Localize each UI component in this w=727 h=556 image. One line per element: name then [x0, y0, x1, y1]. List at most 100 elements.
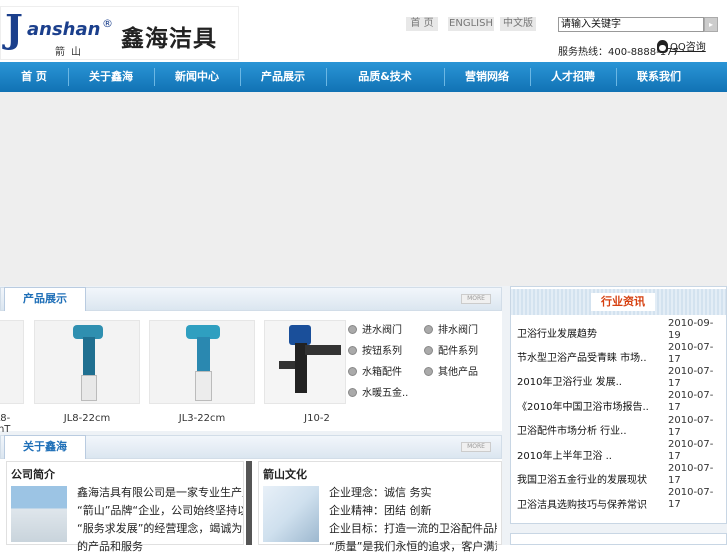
news-date: 2010-09- 19: [668, 318, 714, 341]
news-item[interactable]: 我国卫浴五金行业的发展现状: [517, 471, 647, 486]
qq-label: QQ咨询: [670, 42, 706, 53]
nav-news[interactable]: 新闻中心: [154, 62, 240, 92]
secondary-panel: [510, 533, 727, 545]
news-item[interactable]: 节水型卫浴产品受青睐 市场..: [517, 349, 647, 364]
category-label: 水暖五金..: [362, 388, 409, 399]
intro-line: 鑫海洁具有限公司是一家专业生产卫浴洁具配件的: [77, 486, 243, 499]
category-link[interactable]: 按钮系列: [348, 342, 402, 357]
bullet-icon: [348, 325, 357, 334]
product-thumb[interactable]: [264, 320, 346, 404]
valve-base: [81, 375, 97, 401]
nav-network[interactable]: 营销网络: [444, 62, 530, 92]
category-label: 按钮系列: [362, 346, 402, 357]
valve-arm: [305, 345, 341, 355]
header: J anshan ® 箭山 鑫海洁具 首 页 ENGLISH 中文版 请输入关键…: [0, 0, 727, 62]
culture-card: 箭山文化 企业理念：诚信 务实 企业精神：团结 创新 企业目标：打造一流的卫浴配…: [258, 461, 502, 553]
about-title: 关于鑫海: [4, 435, 86, 459]
news-item[interactable]: 卫浴洁具选购技巧与保养常识: [517, 496, 647, 511]
news-date: 2010-07- 17: [668, 415, 714, 438]
main-nav: 首 页 关于鑫海 新闻中心 产品展示 品质&技术 营销网络 人才招聘 联系我们: [0, 62, 727, 92]
category-label: 配件系列: [438, 346, 478, 357]
product-caption[interactable]: JL8-2nT: [0, 413, 16, 435]
product-caption[interactable]: JL3-22cm: [149, 413, 255, 424]
intro-title: 公司简介: [11, 468, 55, 481]
news-item[interactable]: 2010年上半年卫浴 ..: [517, 447, 612, 462]
intro-text: 鑫海洁具有限公司是一家专业生产卫浴洁具配件的 “箭山”品牌“企业，公司始终坚持以…: [77, 484, 243, 556]
valve-arm: [279, 361, 295, 369]
nav-home[interactable]: 首 页: [0, 62, 68, 92]
category-label: 水箱配件: [362, 367, 402, 378]
culture-line: 企业目标：打造一流的卫浴配件品牌，服务全球客户: [329, 522, 497, 535]
intro-line: “箭山”品牌“企业，公司始终坚持以质量求生存，以: [77, 504, 243, 517]
news-date: 2010-07- 17: [668, 342, 714, 365]
category-link[interactable]: 其他产品: [424, 363, 478, 378]
about-more-button[interactable]: MORE: [461, 442, 491, 452]
valve-base: [195, 371, 212, 401]
product-caption[interactable]: J10-2: [264, 413, 370, 424]
nav-quality[interactable]: 品质&技术: [326, 62, 444, 92]
logo-mark: J: [5, 6, 23, 51]
products-header: 产品展示 MORE: [0, 287, 502, 311]
news-date: 2010-07- 17: [668, 463, 714, 486]
product-thumb[interactable]: [0, 320, 24, 404]
valve-body: [83, 337, 95, 377]
culture-title: 箭山文化: [263, 468, 307, 481]
culture-line: 企业理念：诚信 务实: [329, 486, 432, 499]
category-link[interactable]: 水箱配件: [348, 363, 402, 378]
product-thumb[interactable]: [149, 320, 255, 404]
intro-line: “服务求发展”的经营理念，竭诚为广大客户提供优质: [77, 522, 243, 535]
news-item[interactable]: 2010年卫浴行业 发展..: [517, 373, 622, 388]
category-link[interactable]: 水暖五金..: [348, 384, 408, 399]
bullet-icon: [424, 346, 433, 355]
category-label: 其他产品: [438, 367, 478, 378]
intro-line: 的产品和服务: [77, 540, 143, 553]
search-input[interactable]: 请输入关键字: [558, 17, 704, 32]
category-link[interactable]: 配件系列: [424, 342, 478, 357]
products-more-button[interactable]: MORE: [461, 294, 491, 304]
intro-card: 公司简介 鑫海洁具有限公司是一家专业生产卫浴洁具配件的 “箭山”品牌“企业，公司…: [6, 461, 244, 553]
banner: [0, 92, 727, 286]
bullet-icon: [348, 367, 357, 376]
news-item[interactable]: 卫浴配件市场分析 行业..: [517, 422, 627, 437]
valve-body: [197, 337, 210, 373]
products-panel: JL8-2nT JL8-22cm JL3-22cm J10-2 进水阀门 排水阀…: [0, 311, 502, 435]
logo[interactable]: J anshan ® 箭山 鑫海洁具: [0, 6, 239, 60]
nav-contact[interactable]: 联系我们: [616, 62, 702, 92]
divider: [246, 461, 252, 545]
product-thumb[interactable]: [34, 320, 140, 404]
home-link[interactable]: 首 页: [406, 17, 438, 31]
logo-word: anshan: [27, 19, 101, 40]
logo-sub: 箭山: [55, 47, 87, 58]
logo-reg: ®: [102, 17, 113, 30]
product-caption[interactable]: JL8-22cm: [34, 413, 140, 424]
category-link[interactable]: 进水阀门: [348, 321, 402, 336]
news-header: 行业资讯: [511, 289, 726, 315]
news-item[interactable]: 《2010年中国卫浴市场报告..: [517, 398, 649, 413]
category-link[interactable]: 排水阀门: [424, 321, 478, 336]
logo-cn: 鑫海洁具: [121, 26, 217, 52]
news-date: 2010-07- 17: [668, 366, 714, 389]
bullet-icon: [424, 325, 433, 334]
nav-products[interactable]: 产品展示: [240, 62, 326, 92]
search-button[interactable]: ▸: [704, 17, 718, 32]
qq-link[interactable]: QQ咨询: [657, 38, 706, 54]
category-label: 排水阀门: [438, 325, 478, 336]
news-item[interactable]: 卫浴行业发展趋势: [517, 325, 597, 340]
news-title: 行业资讯: [591, 293, 655, 311]
nav-jobs[interactable]: 人才招聘: [530, 62, 616, 92]
qq-icon: [657, 40, 668, 53]
bullet-icon: [424, 367, 433, 376]
about-header: 关于鑫海 MORE: [0, 435, 502, 459]
english-link[interactable]: ENGLISH: [448, 17, 494, 31]
news-date: 2010-07- 17: [668, 439, 714, 462]
bullet-icon: [348, 388, 357, 397]
nav-about[interactable]: 关于鑫海: [68, 62, 154, 92]
news-panel: 行业资讯 卫浴行业发展趋势 2010-09- 19 节水型卫浴产品受青睐 市场..…: [510, 286, 727, 524]
team-photo[interactable]: [263, 486, 319, 542]
culture-text: 企业理念：诚信 务实 企业精神：团结 创新 企业目标：打造一流的卫浴配件品牌，服…: [329, 484, 497, 556]
building-photo[interactable]: [11, 486, 67, 542]
about-panel: 公司简介 鑫海洁具有限公司是一家专业生产卫浴洁具配件的 “箭山”品牌“企业，公司…: [0, 459, 502, 553]
news-date: 2010-07- 17: [668, 487, 714, 510]
culture-line: 企业精神：团结 创新: [329, 504, 432, 517]
chinese-link[interactable]: 中文版: [500, 17, 536, 31]
